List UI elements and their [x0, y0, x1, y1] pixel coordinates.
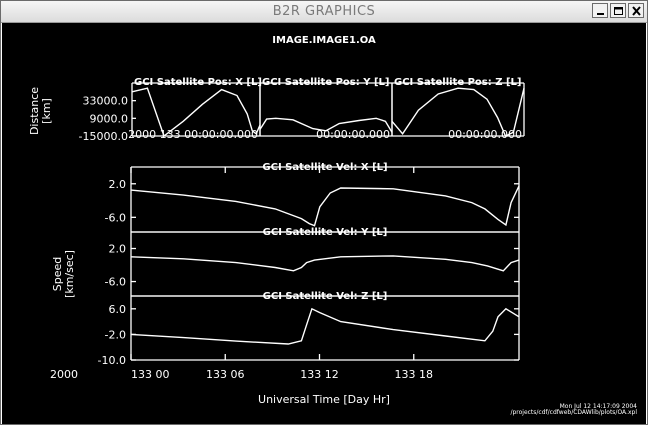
vel-panel-1-ytick-0: 2.0 — [109, 243, 127, 256]
vel-panel-0-ytick-1: -6.0 — [105, 211, 126, 224]
pos-ylabel-unit: [km] — [40, 98, 53, 124]
vel-panel-1-title: GCI Satellite Vel: Y [L] — [263, 227, 388, 238]
vel-panel-2-ytick-2: -10.0 — [98, 354, 126, 367]
minimize-button[interactable] — [592, 3, 608, 18]
x-tick-label-1: 133 06 — [206, 368, 245, 381]
b2r-graphics-window: B2R GRAPHICS IMAGE.IMAGE1.OA Distance [k… — [0, 0, 648, 425]
maximize-icon — [614, 7, 623, 15]
window-titlebar[interactable]: B2R GRAPHICS — [1, 1, 647, 23]
maximize-button[interactable] — [610, 3, 626, 18]
x-tick-label-2: 133 12 — [300, 368, 339, 381]
vel-panel-2-title: GCI Satellite Vel: Z [L] — [263, 291, 388, 302]
pos-panel-0-xlabel: 2000 133 00:00:00.000 — [128, 128, 258, 141]
pos-panel-2-title: GCI Satellite Pos: Z [L] — [394, 77, 521, 88]
vel-series-1 — [130, 255, 520, 272]
x-tick-label-3: 133 18 — [395, 368, 434, 381]
vel-panel-0-ytick-0: 2.0 — [109, 178, 127, 191]
vel-panel-1-ytick-1: -6.0 — [105, 276, 126, 289]
pos-panel-1-title: GCI Satellite Pos: Y [L] — [262, 77, 389, 88]
pos-ytick-1: 9000.0 — [90, 112, 129, 125]
x-axis-label: Universal Time [Day Hr] — [258, 393, 390, 406]
minimize-icon — [597, 13, 604, 15]
pos-panel-0-title: GCI Satellite Pos: X [L] — [134, 77, 262, 88]
x-tick-label-0: 133 00 — [131, 368, 170, 381]
vel-ylabel-unit: [km/sec] — [63, 250, 76, 298]
footer-path: /projects/cdf/cdfweb/CDAWlib/plots/OA.xp… — [510, 409, 637, 416]
pos-ytick-0: 33000.0 — [83, 95, 129, 108]
window-title: B2R GRAPHICS — [272, 4, 376, 19]
close-icon — [632, 6, 641, 16]
vel-series-2 — [130, 307, 520, 345]
close-button[interactable] — [628, 3, 644, 18]
vel-panel-0-title: GCI Satellite Vel: X [L] — [262, 162, 387, 173]
vel-panel-2-ytick-1: -2.0 — [105, 328, 126, 341]
x-axis-prefix: 2000 — [50, 368, 78, 381]
pos-panel-2-xlabel: 00:00:00.000 — [448, 128, 522, 141]
pos-ytick-2: -15000.0 — [79, 130, 128, 143]
cdaweb-plot: IMAGE.IMAGE1.OA Distance [km] Speed [km/… — [28, 35, 637, 416]
main-title: IMAGE.IMAGE1.OA — [272, 35, 376, 46]
pos-panel-1-xlabel: 00:00:00.000 — [316, 128, 390, 141]
vel-panel-2-ytick-0: 6.0 — [109, 303, 127, 316]
plot-canvas: IMAGE.IMAGE1.OA Distance [km] Speed [km/… — [2, 23, 646, 424]
vel-series-0 — [130, 185, 520, 227]
